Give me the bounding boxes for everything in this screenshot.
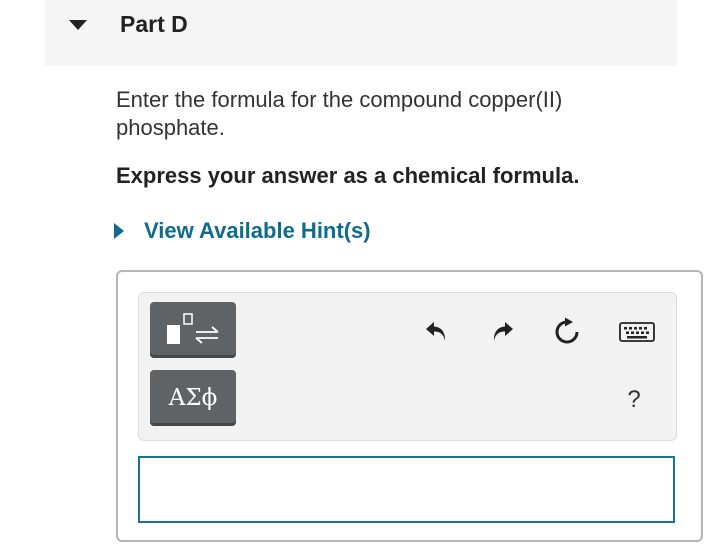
redo-button[interactable] bbox=[484, 314, 520, 350]
undo-icon bbox=[426, 322, 446, 341]
reset-icon bbox=[555, 317, 579, 344]
formula-toolbar: ΑΣϕ ? bbox=[138, 292, 677, 441]
answer-panel: ΑΣϕ ? bbox=[116, 270, 703, 542]
help-button[interactable]: ? bbox=[619, 383, 649, 417]
view-hints-label: View Available Hint(s) bbox=[144, 218, 371, 243]
templates-reaction-arrow-icon bbox=[167, 313, 219, 344]
view-hints-link[interactable]: View Available Hint(s) bbox=[114, 216, 371, 246]
symbols-button[interactable]: ΑΣϕ bbox=[150, 370, 236, 426]
reset-button[interactable] bbox=[549, 314, 585, 350]
answer-instruction: Express your answer as a chemical formul… bbox=[116, 163, 580, 188]
symbols-label: ΑΣϕ bbox=[168, 385, 218, 411]
templates-button[interactable] bbox=[150, 302, 236, 358]
collapse-caret-icon[interactable] bbox=[69, 20, 87, 30]
question-prompt: Enter the formula for the compound coppe… bbox=[116, 87, 563, 140]
part-title: Part D bbox=[120, 11, 188, 37]
undo-button[interactable] bbox=[419, 314, 455, 350]
expand-caret-icon bbox=[114, 223, 124, 239]
redo-icon bbox=[493, 322, 513, 341]
answer-input[interactable] bbox=[138, 456, 675, 523]
keyboard-icon bbox=[619, 322, 655, 342]
keyboard-button[interactable] bbox=[617, 314, 657, 350]
